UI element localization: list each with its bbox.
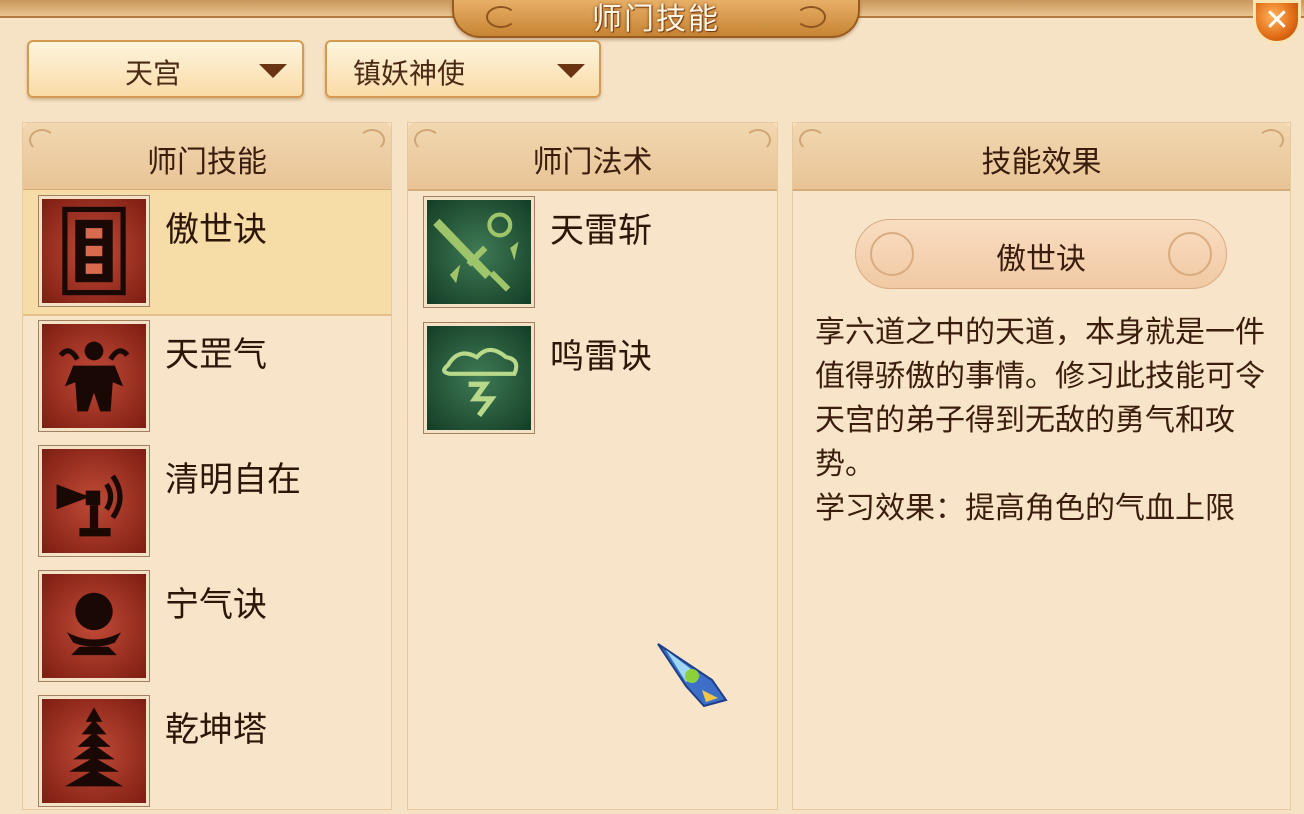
skill-item-label: 天罡气 (165, 335, 267, 375)
panel-header: 师门技能 (23, 123, 391, 191)
thunder-sword-icon[interactable] (423, 196, 535, 308)
school-dropdown[interactable]: 天宫 (27, 40, 304, 98)
spell-item-label: 天雷斩 (550, 211, 652, 251)
chevron-down-icon[interactable] (259, 64, 287, 78)
panel-header: 技能效果 (793, 123, 1290, 191)
effect-skill-name: 傲世诀 (996, 242, 1086, 277)
effect-skill-name-plate: 傲世诀 (855, 219, 1227, 289)
school-skills-panel: 师门技能 傲世诀 天罡气 清明自在 宁气诀 乾坤塔 (22, 122, 392, 810)
skill-item-tiangangqi[interactable]: 天罡气 (23, 315, 391, 439)
effect-description-block: 享六道之中的天道，本身就是一件值得骄傲的事情。修习此技能可令天宫的弟子得到无敌的… (815, 311, 1275, 531)
skill-item-label: 傲世诀 (165, 210, 267, 250)
pagoda-icon[interactable] (38, 695, 150, 807)
panel-header-title: 师门技能 (147, 145, 267, 180)
spell-item-mingleijue[interactable]: 鸣雷诀 (408, 317, 777, 441)
rank-dropdown[interactable]: 镇妖神使 (325, 40, 601, 98)
skill-item-qiankunta[interactable]: 乾坤塔 (23, 690, 391, 814)
school-dropdown-value: 天宫 (125, 57, 182, 90)
skill-item-ningqijue[interactable]: 宁气诀 (23, 565, 391, 689)
panel-header: 师门法术 (408, 123, 777, 191)
skill-effect-panel: 技能效果 傲世诀 享六道之中的天道，本身就是一件值得骄傲的事情。修习此技能可令天… (792, 122, 1291, 810)
panel-header-title: 师门法术 (532, 145, 653, 180)
thunder-cloud-icon[interactable] (423, 322, 535, 434)
skill-item-aoshijue[interactable]: 傲世诀 (23, 190, 391, 316)
rank-dropdown-value: 镇妖神使 (353, 57, 466, 90)
orb-icon[interactable] (38, 570, 150, 682)
cursor-icon (656, 642, 728, 708)
skill-item-label: 乾坤塔 (165, 710, 267, 750)
effect-learn-result: 学习效果：提高角色的气血上限 (815, 491, 1235, 526)
window-title-plate: 师门技能 (452, 0, 860, 38)
spell-item-tianleizhan[interactable]: 天雷斩 (408, 191, 777, 315)
skill-item-qingmingzizai[interactable]: 清明自在 (23, 440, 391, 564)
skill-item-label: 宁气诀 (165, 585, 267, 625)
close-icon[interactable]: ✕ (1264, 3, 1289, 38)
horn-icon[interactable] (38, 445, 150, 557)
panel-header-title: 技能效果 (981, 145, 1102, 180)
effect-description: 享六道之中的天道，本身就是一件值得骄傲的事情。修习此技能可令天宫的弟子得到无敌的… (815, 315, 1265, 482)
spell-item-label: 鸣雷诀 (550, 337, 652, 377)
window-title: 师门技能 (592, 2, 720, 37)
warrior-icon[interactable] (38, 320, 150, 432)
chevron-down-icon[interactable] (557, 64, 585, 78)
scroll-icon[interactable] (38, 195, 150, 307)
close-button[interactable]: ✕ (1253, 0, 1301, 44)
skill-item-label: 清明自在 (165, 460, 301, 500)
